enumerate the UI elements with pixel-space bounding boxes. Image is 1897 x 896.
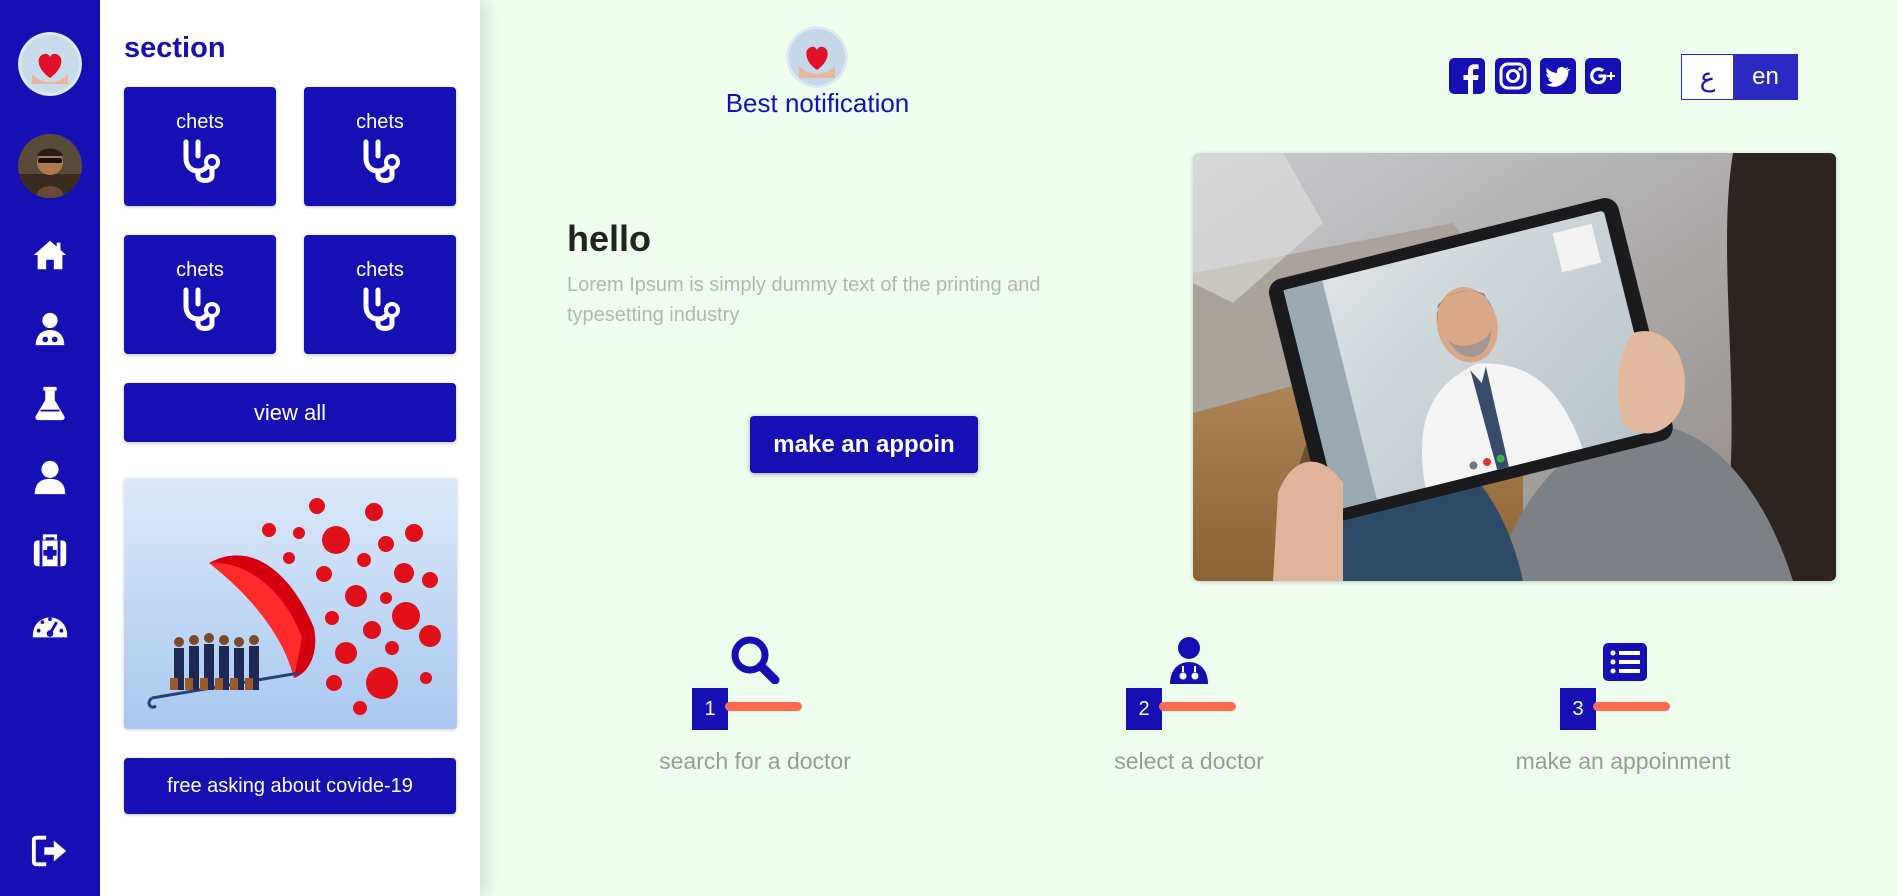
stethoscope-icon — [363, 287, 400, 331]
step-progress-bar — [725, 702, 802, 711]
user-avatar[interactable] — [18, 134, 82, 198]
card-label: chets — [356, 259, 404, 281]
make-appointment-button[interactable]: make an appoin — [750, 416, 978, 473]
home-icon[interactable] — [29, 234, 71, 276]
step-label: select a doctor — [1114, 748, 1264, 774]
step-select-doctor: 2 select a doctor — [1059, 636, 1319, 776]
card-label: chets — [176, 111, 224, 133]
brand-name[interactable]: Best notification — [700, 88, 935, 119]
facebook-icon[interactable] — [1449, 58, 1485, 94]
stethoscope-icon — [363, 139, 400, 183]
stethoscope-icon — [183, 287, 220, 331]
speedometer-icon[interactable] — [29, 604, 71, 646]
app-logo-avatar[interactable] — [18, 32, 82, 96]
section-card[interactable]: chets — [304, 235, 456, 354]
first-aid-kit-icon[interactable] — [29, 530, 71, 572]
google-plus-icon[interactable] — [1585, 58, 1621, 94]
covid-umbrella-illustration — [124, 478, 457, 729]
doctor-icon — [1170, 637, 1208, 684]
language-english-button[interactable]: en — [1733, 54, 1798, 100]
telemedicine-photo — [1193, 153, 1836, 581]
card-label: chets — [176, 259, 224, 281]
step-make-appointment: 3 make an appoinment — [1493, 636, 1753, 776]
step-number: 3 — [1560, 688, 1596, 730]
step-label: make an appoinment — [1515, 748, 1731, 774]
section-panel: section chets chets chets chets view all — [100, 0, 480, 896]
flask-icon[interactable] — [29, 382, 71, 424]
user-icon[interactable] — [29, 456, 71, 498]
step-progress-bar — [1159, 702, 1236, 711]
search-icon — [731, 636, 780, 684]
step-label: search for a doctor — [659, 748, 851, 774]
brand-logo[interactable] — [786, 26, 848, 88]
step-progress-bar — [1593, 702, 1670, 711]
section-card[interactable]: chets — [304, 87, 456, 206]
section-card[interactable]: chets — [124, 87, 276, 206]
language-arabic-button[interactable]: ع — [1681, 54, 1734, 100]
section-card[interactable]: chets — [124, 235, 276, 354]
panel-title: section — [124, 32, 226, 64]
twitter-icon[interactable] — [1540, 58, 1576, 94]
card-label: chets — [356, 111, 404, 133]
step-search-doctor: 1 search for a doctor — [625, 636, 885, 776]
hero-description: Lorem Ipsum is simply dummy text of the … — [567, 274, 1041, 326]
sign-out-icon[interactable] — [29, 830, 71, 872]
instagram-icon[interactable] — [1495, 58, 1531, 94]
hero-title: hello — [567, 218, 652, 259]
covid-question-button[interactable]: free asking about covide-19 — [124, 758, 456, 814]
doctor-icon[interactable] — [29, 308, 71, 350]
stethoscope-icon — [183, 139, 220, 183]
step-number: 2 — [1126, 688, 1162, 730]
list-icon — [1603, 643, 1647, 681]
step-number: 1 — [692, 688, 728, 730]
view-all-button[interactable]: view all — [124, 383, 456, 442]
icon-rail — [0, 0, 100, 896]
